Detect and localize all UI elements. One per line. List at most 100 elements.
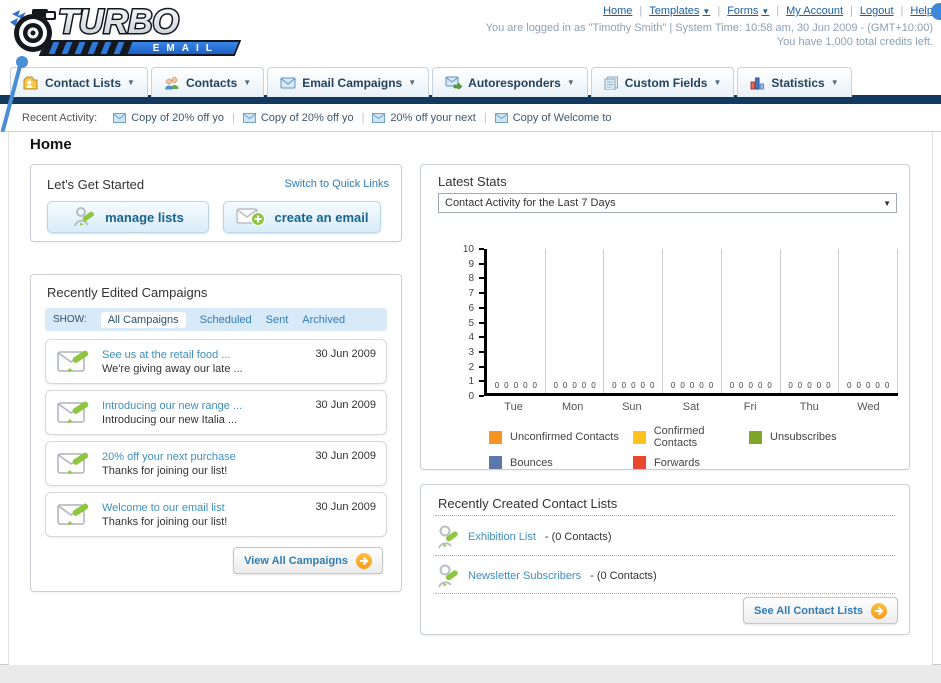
campaign-row[interactable]: 20% off your next purchase Thanks for jo… [45,441,387,486]
y-tick-label: 0 [468,391,474,402]
nav-help-link[interactable]: Help [910,5,933,17]
bar-value-label: 0 [494,381,500,390]
nav-my-account-link[interactable]: My Account [786,5,843,17]
bar-value-label: 0 [865,381,871,390]
campaigns-title: Recently Edited Campaigns [47,285,208,300]
chart-plot: 00000000000000000000000000000000000 [484,249,899,396]
legend-swatch-bounces [489,456,502,469]
chart-x-label: Fri [743,401,757,413]
filter-all-campaigns[interactable]: All Campaigns [100,311,186,328]
tab-custom-fields[interactable]: Custom Fields ▼ [590,67,735,97]
chart-y-axis: 0 1 2 3 4 5 6 7 8 9 10 [450,244,484,402]
bar-value-label: 0 [612,381,617,390]
bar-value-label: 0 [631,381,636,390]
bar-value-label: 0 [884,381,890,390]
tab-label: Statistics [771,75,825,90]
nav-separator: | [850,5,853,17]
y-tick-label: 1 [468,376,474,388]
header-right: Home | Templates ▼ | Forms ▼ | My Account | Lo… [486,5,933,48]
dotted-divider [435,593,895,594]
y-tick-label: 4 [468,332,474,344]
switch-quick-links[interactable]: Switch to Quick Links [284,178,389,190]
nav-logout-link[interactable]: Logout [860,5,894,17]
logo[interactable]: TURBO EMAIL [8,2,248,62]
recent-activity-item[interactable]: Copy of 20% off yo [242,112,354,124]
bar-value-label: 0 [649,381,655,390]
top-nav: Home | Templates ▼ | Forms ▼ | My Account | Lo… [486,5,933,17]
chart-day-group: 00000 [604,249,664,393]
filter-archived[interactable]: Archived [302,314,345,326]
nav-templates-link[interactable]: Templates ▼ [649,5,710,17]
campaign-date: 30 Jun 2009 [315,450,376,462]
bar-value-label: 0 [708,381,714,390]
view-all-campaigns-button[interactable]: View All Campaigns [233,547,383,574]
tab-label: Autoresponders [468,75,561,90]
bar-value-label: 0 [847,381,852,390]
campaign-title-link[interactable]: Welcome to our email list [102,502,227,514]
bar-value-label: 0 [797,381,803,390]
campaigns-panel: Recently Edited Campaigns SHOW: All Camp… [30,274,402,592]
envelope-edit-icon [57,452,89,474]
recent-activity-item[interactable]: Copy of 20% off yo [113,112,224,124]
campaign-subject: Thanks for joining our list! [102,464,228,477]
login-info: You are logged in as "Timothy Smith" | S… [485,22,933,34]
tab-label: Contact Lists [45,75,122,90]
campaign-subject: Thanks for joining our list! [102,515,228,528]
create-email-label: create an email [274,209,369,225]
arrow-circle-icon [871,602,887,619]
tab-email-campaigns[interactable]: Email Campaigns ▼ [267,67,430,97]
nav-home-link[interactable]: Home [603,5,632,17]
show-label: SHOW: [53,314,87,325]
campaign-row[interactable]: Introducing our new range ... Introducin… [45,390,387,435]
bar-value-label: 0 [816,381,822,390]
nav-separator: | [900,5,904,17]
manage-lists-button[interactable]: manage lists [47,201,209,233]
contact-list-count: - (0 Contacts) [544,531,612,543]
y-tick-label: 7 [468,288,474,300]
filter-sent[interactable]: Sent [266,314,289,326]
tab-autoresponders[interactable]: Autoresponders ▼ [432,67,588,97]
create-email-button[interactable]: create an email [223,201,381,233]
campaign-title-link[interactable]: Introducing our new range ... [102,400,242,412]
main-tabbar: Contact Lists ▼ Contacts ▼ Email Campaigns… [10,67,852,97]
filter-scheduled[interactable]: Scheduled [200,314,252,326]
chart-x-label: Sun [622,401,642,413]
contact-list-link[interactable]: Exhibition List [468,531,536,543]
nav-separator: | [717,5,721,17]
chart-x-label: Thu [799,401,819,413]
recent-activity-item[interactable]: Copy of Welcome to [494,112,612,124]
bar-value-label: 0 [553,381,558,390]
envelope-icon [372,112,386,123]
logo-wordmark: TURBO [57,2,181,42]
campaign-row[interactable]: See us at the retail food ... We're givi… [45,339,387,384]
bar-value-label: 0 [504,381,509,390]
bar-value-label: 0 [640,381,645,390]
contact-list-row[interactable]: Exhibition List - (0 Contacts) [437,522,612,552]
chevron-down-icon: ▼ [566,78,575,87]
recent-activity-bar: Recent Activity: Copy of 20% off yo | Co… [0,104,941,132]
contact-list-count: - (0 Contacts) [590,570,657,582]
legend-item: Unsubscribes [749,425,869,449]
manage-lists-label: manage lists [105,209,184,225]
campaign-row[interactable]: Welcome to our email list Thanks for joi… [45,492,387,537]
bar-value-label: 0 [826,381,831,390]
app-window: TURBO EMAIL Home | Templates ▼ | Forms ▼ | My… [0,0,941,665]
tab-statistics[interactable]: Statistics ▼ [737,67,852,97]
logo-title: TURBO [58,3,179,41]
legend-swatch-forwards [633,456,646,469]
campaign-title-link[interactable]: See us at the retail food ... [102,349,243,361]
stats-dropdown[interactable]: Contact Activity for the Last 7 Days ▼ [438,193,897,213]
stats-dropdown-value: Contact Activity for the Last 7 Days [445,197,616,209]
contact-list-row[interactable]: Newsletter Subscribers - (0 Contacts) [437,561,657,591]
dotted-divider [435,555,895,556]
chart-day-group: 00000 [663,249,722,393]
envelope-edit-icon [57,350,89,372]
campaign-date: 30 Jun 2009 [315,501,376,513]
logo-stripes [41,42,133,54]
campaign-title-link[interactable]: 20% off your next purchase [102,451,236,463]
see-all-contact-lists-button[interactable]: See All Contact Lists [742,597,898,624]
tab-contacts[interactable]: Contacts ▼ [150,67,265,97]
recent-activity-item[interactable]: 20% off your next [372,112,476,124]
contact-list-link[interactable]: Newsletter Subscribers [468,570,581,582]
nav-forms-link[interactable]: Forms ▼ [727,5,769,17]
